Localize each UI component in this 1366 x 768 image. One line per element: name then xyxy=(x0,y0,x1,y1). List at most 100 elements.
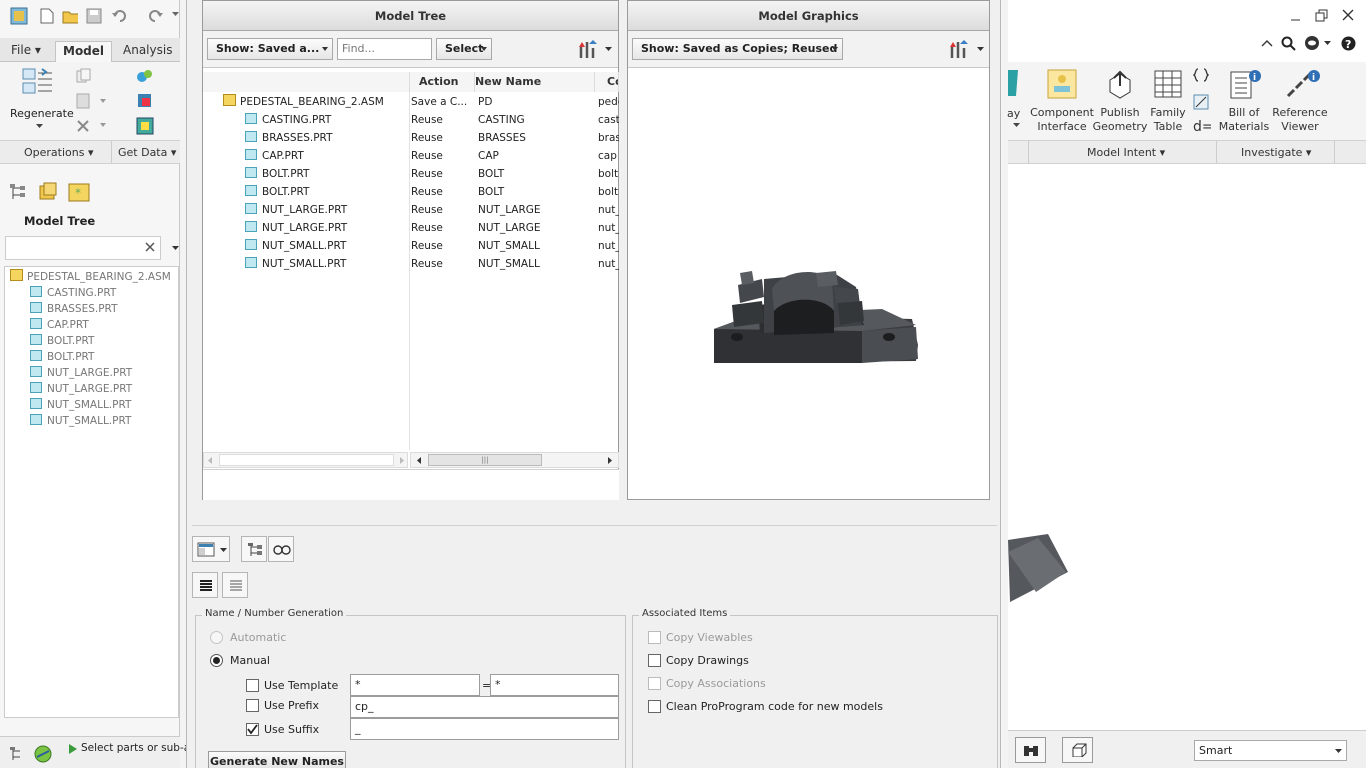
clean-proprogram-checkbox[interactable] xyxy=(648,700,661,713)
parameters-icon[interactable] xyxy=(1193,94,1209,110)
row-action-cell[interactable]: Reuse xyxy=(411,183,473,201)
tree-part-item[interactable]: BOLT.PRT xyxy=(30,349,94,365)
dialog-tree-row[interactable]: NUT_LARGE.PRT Reuse NUT_LARGE nut_ xyxy=(203,201,619,219)
selection-view-button[interactable] xyxy=(1062,737,1093,763)
tree-settings-icon[interactable] xyxy=(577,38,599,60)
switch-dimensions-icon[interactable]: d= xyxy=(1193,118,1211,134)
scroll-right-arrow-icon[interactable] xyxy=(400,457,405,464)
publish-geometry-button[interactable]: Publish Geometry xyxy=(1092,106,1148,134)
prefix-field[interactable]: cp_ xyxy=(350,696,619,718)
favorites-tab-icon[interactable]: * xyxy=(68,182,90,202)
dialog-tree-row[interactable]: BOLT.PRT Reuse BOLT bolt. xyxy=(203,165,619,183)
suffix-field[interactable]: _ xyxy=(350,718,619,740)
copy-drawings-checkbox[interactable] xyxy=(648,654,661,667)
detailed-view-button[interactable] xyxy=(192,572,218,598)
delete-icon[interactable] xyxy=(76,119,106,133)
tree-settings-dropdown-icon[interactable] xyxy=(605,47,612,52)
find-button[interactable] xyxy=(1015,737,1046,763)
save-icon[interactable] xyxy=(86,8,102,24)
tree-part-item[interactable]: NUT_SMALL.PRT xyxy=(30,397,131,413)
minimize-icon[interactable] xyxy=(1290,12,1302,22)
right-scroll-thumb[interactable]: ||| xyxy=(428,454,542,466)
scroll-right-arrow-icon-2[interactable] xyxy=(608,457,613,464)
row-action-cell[interactable]: Reuse xyxy=(411,111,473,129)
simple-view-button[interactable] xyxy=(222,572,248,598)
cut-off-tool-label[interactable]: ay xyxy=(1007,107,1021,121)
view-mode-dropdown[interactable] xyxy=(192,536,230,562)
pedestal-bearing-model-image[interactable] xyxy=(712,267,922,367)
tab-file[interactable]: File ▾ xyxy=(4,41,48,62)
investigate-group[interactable]: Investigate ▾ xyxy=(1241,146,1311,159)
ptc-community-icon[interactable] xyxy=(1304,35,1334,52)
reference-viewer-button[interactable]: Reference Viewer xyxy=(1270,106,1330,134)
tab-analysis[interactable]: Analysis xyxy=(116,41,179,62)
row-action-cell[interactable]: Reuse xyxy=(411,129,473,147)
component-op-icon[interactable] xyxy=(136,68,154,84)
column-header-common-name[interactable]: Co xyxy=(595,72,619,92)
tree-part-item[interactable]: CASTING.PRT xyxy=(30,285,116,301)
regenerate-icon[interactable] xyxy=(22,67,56,99)
open-folder-icon[interactable] xyxy=(62,8,78,24)
publish-geometry-icon[interactable] xyxy=(1104,68,1136,100)
column-header-new-name[interactable]: New Name xyxy=(475,72,595,92)
left-scroll-thumb[interactable] xyxy=(219,454,394,466)
scroll-left-arrow-icon[interactable] xyxy=(208,457,213,464)
row-new-name-cell[interactable]: NUT_SMALL xyxy=(478,255,540,273)
get-data-group[interactable]: Get Data ▾ xyxy=(118,146,176,159)
tree-column-header-name[interactable] xyxy=(203,72,410,92)
dialog-tree-row[interactable]: CASTING.PRT Reuse CASTING cast xyxy=(203,111,619,129)
folder-browser-tab-icon[interactable] xyxy=(38,182,58,202)
dialog-tree-row[interactable]: BOLT.PRT Reuse BOLT bolt. xyxy=(203,183,619,201)
row-new-name-cell[interactable]: PD xyxy=(478,93,492,111)
family-table-icon[interactable] xyxy=(1154,70,1182,98)
row-action-cell[interactable]: Reuse xyxy=(411,237,473,255)
search-options-dropdown-icon[interactable] xyxy=(172,246,179,251)
tree-part-item[interactable]: BOLT.PRT xyxy=(30,333,94,349)
dialog-tree-root-row[interactable]: PEDESTAL_BEARING_2.ASM Save a C... PD pede xyxy=(203,93,619,111)
graphics-settings-dropdown-icon[interactable] xyxy=(977,47,984,52)
clear-search-icon[interactable] xyxy=(145,242,155,252)
graphics-settings-icon[interactable] xyxy=(948,38,970,60)
graphics-show-dropdown[interactable]: Show: Saved as Copies; Reused xyxy=(632,38,843,60)
cut-off-tool-icon[interactable] xyxy=(1008,68,1020,98)
manual-radio[interactable] xyxy=(210,654,223,667)
dialog-tree-row[interactable]: NUT_SMALL.PRT Reuse NUT_SMALL nut_ xyxy=(203,237,619,255)
row-new-name-cell[interactable]: NUT_LARGE xyxy=(478,219,541,237)
row-action-cell[interactable]: Reuse xyxy=(411,147,473,165)
model-intent-group[interactable]: Model Intent ▾ xyxy=(1087,146,1165,159)
left-horizontal-scrollbar[interactable] xyxy=(203,452,408,468)
component-interface-button[interactable]: Component Interface xyxy=(1030,106,1094,134)
component-interface-icon[interactable] xyxy=(1046,68,1078,100)
copy-associations-checkbox[interactable] xyxy=(648,677,661,690)
cut-off-tool-dropdown-icon[interactable] xyxy=(1013,123,1020,128)
search-icon[interactable] xyxy=(1281,36,1296,51)
family-table-button[interactable]: Family Table xyxy=(1144,106,1192,134)
dialog-tree-row[interactable]: NUT_LARGE.PRT Reuse NUT_LARGE nut_ xyxy=(203,219,619,237)
row-new-name-cell[interactable]: CAP xyxy=(478,147,499,165)
scroll-left-arrow-icon-2[interactable] xyxy=(417,457,422,464)
dialog-tree-row[interactable]: CAP.PRT Reuse CAP cap xyxy=(203,147,619,165)
use-prefix-checkbox[interactable] xyxy=(246,699,259,712)
generate-new-names-button[interactable]: Generate New Names xyxy=(208,751,346,768)
bill-of-materials-icon[interactable]: i xyxy=(1228,68,1262,100)
model-tree-search-input[interactable] xyxy=(5,236,161,260)
relations-icon[interactable] xyxy=(1193,68,1209,82)
automatic-radio[interactable] xyxy=(210,631,223,644)
bill-of-materials-button[interactable]: Bill of Materials xyxy=(1215,106,1273,134)
collapse-ribbon-icon[interactable] xyxy=(1261,38,1273,48)
dialog-tree-row[interactable]: NUT_SMALL.PRT Reuse NUT_SMALL nut_ xyxy=(203,255,619,273)
use-suffix-checkbox[interactable] xyxy=(246,723,259,736)
row-new-name-cell[interactable]: BOLT xyxy=(478,183,504,201)
restore-icon[interactable] xyxy=(1315,9,1329,22)
paste-icon[interactable] xyxy=(76,93,106,109)
tree-part-item[interactable]: NUT_SMALL.PRT xyxy=(30,413,131,429)
copy-geometry-icon[interactable] xyxy=(136,92,154,110)
preview-button[interactable] xyxy=(268,536,294,562)
row-new-name-cell[interactable]: NUT_SMALL xyxy=(478,237,540,255)
select-dropdown[interactable]: Select xyxy=(436,38,492,60)
show-tree-button[interactable] xyxy=(241,536,267,562)
reference-viewer-icon[interactable]: i xyxy=(1284,68,1320,100)
tab-model[interactable]: Model xyxy=(55,41,113,62)
qat-overflow-icon[interactable] xyxy=(172,12,179,17)
use-template-checkbox[interactable] xyxy=(246,679,259,692)
